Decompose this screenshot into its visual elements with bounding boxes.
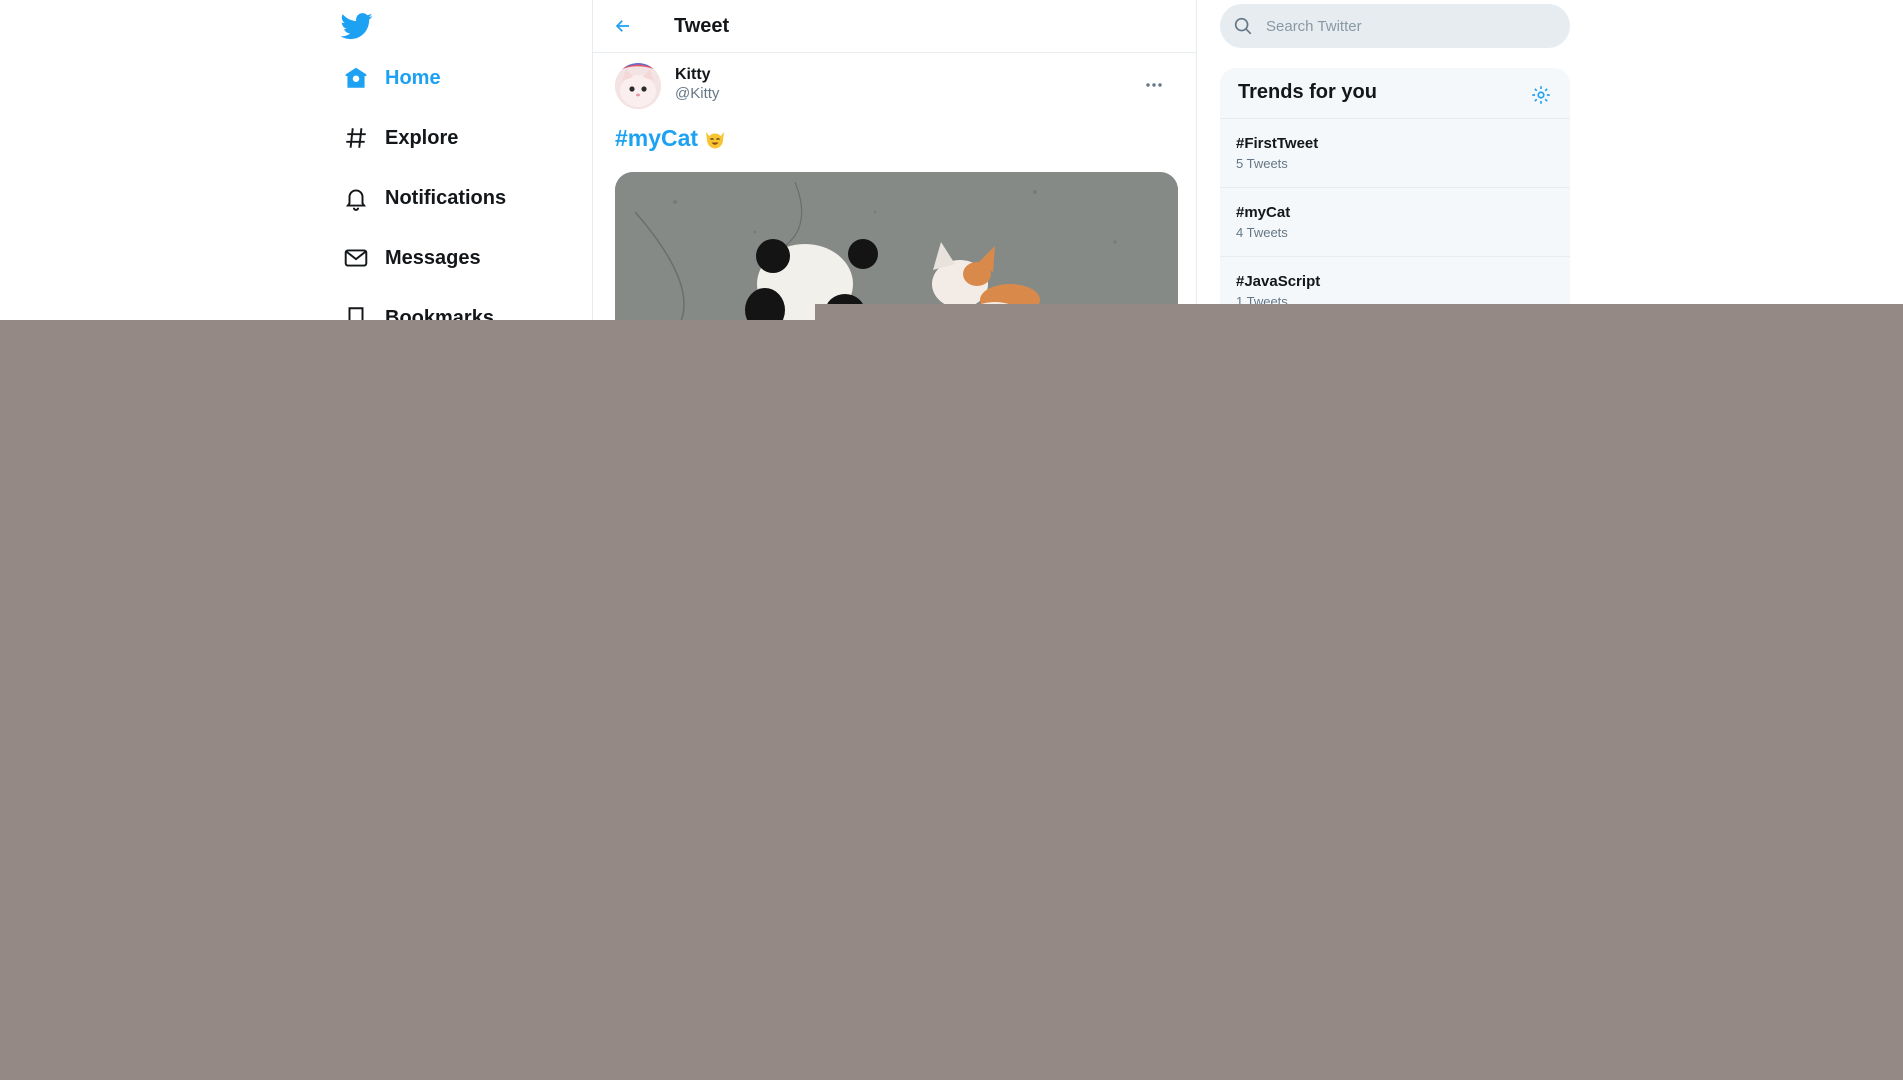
trend-tag: #myCat [1236, 204, 1291, 221]
author-handle[interactable]: @Kitty [675, 85, 719, 102]
nav-label-messages: Messages [385, 246, 481, 269]
trend-item[interactable]: #myCat 4 Tweets [1220, 188, 1570, 257]
search-icon [1232, 15, 1254, 37]
overlay-step [815, 304, 1903, 320]
hashtag-icon [335, 122, 385, 154]
back-arrow-icon[interactable] [609, 12, 637, 40]
page: Home Explore Notifications Messages Book [0, 0, 1903, 1080]
more-options-icon[interactable] [1140, 71, 1168, 99]
tweet-author-row: Kitty @Kitty [593, 53, 1196, 113]
nav-item-notifications[interactable]: Notifications [335, 176, 585, 220]
trends-title: Trends for you [1238, 81, 1377, 103]
trend-tag: #JavaScript [1236, 273, 1321, 290]
trends-header: Trends for you [1220, 68, 1570, 119]
trend-item[interactable]: #FirstTweet 5 Tweets [1220, 119, 1570, 188]
nav-label-notifications: Notifications [385, 186, 507, 209]
bell-icon [335, 182, 385, 214]
search-input[interactable] [1264, 16, 1548, 36]
nav-item-home[interactable]: Home [335, 56, 585, 100]
twitter-logo-icon[interactable] [340, 10, 373, 42]
nav-label-explore: Explore [385, 126, 459, 149]
nav-label-home: Home [385, 66, 441, 89]
tweet-hashtag-link[interactable]: #myCat [615, 125, 698, 152]
home-icon [335, 62, 385, 94]
nav-item-explore[interactable]: Explore [335, 116, 585, 160]
tweet-header: Tweet [593, 0, 1196, 53]
author-name[interactable]: Kitty [675, 66, 711, 84]
avatar[interactable] [615, 63, 661, 109]
trend-count: 4 Tweets [1236, 225, 1288, 240]
envelope-icon [335, 242, 385, 274]
tweet-text: #myCat [615, 125, 726, 152]
overlay [0, 320, 1903, 1080]
gear-icon[interactable] [1530, 84, 1552, 106]
trend-tag: #FirstTweet [1236, 135, 1319, 152]
page-title: Tweet [674, 15, 730, 37]
search-box[interactable] [1220, 4, 1570, 48]
trend-count: 5 Tweets [1236, 156, 1288, 171]
smiling-cat-emoji-icon [704, 128, 726, 150]
nav-item-messages[interactable]: Messages [335, 236, 585, 280]
